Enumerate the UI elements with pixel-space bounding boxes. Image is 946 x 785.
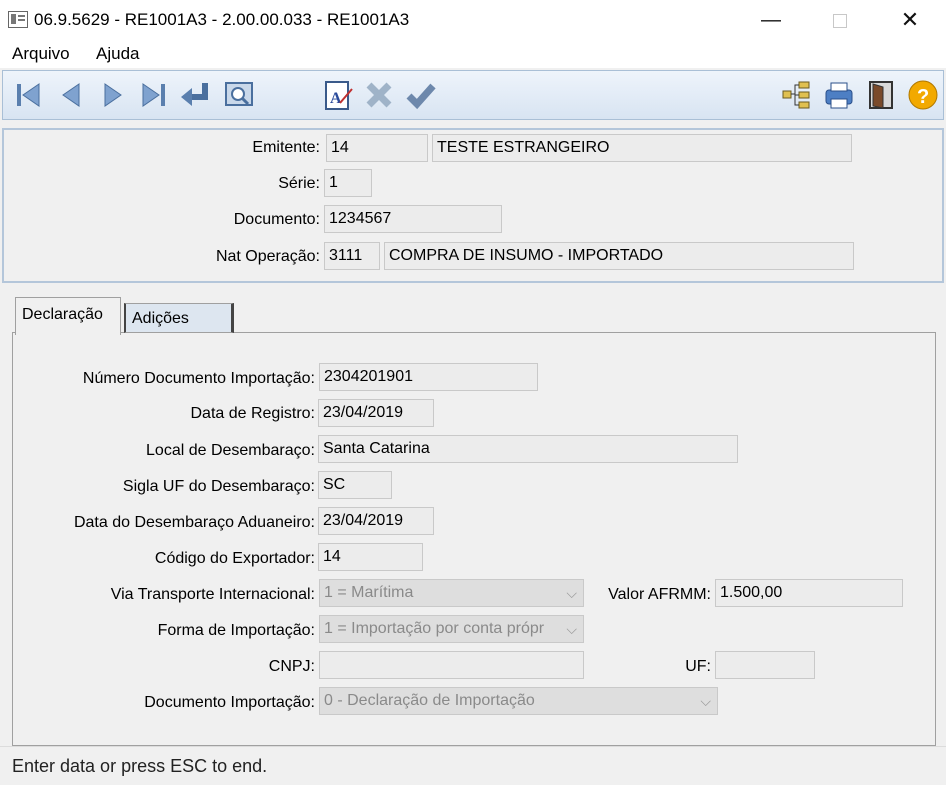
svg-text:A: A — [330, 90, 342, 107]
documento-field[interactable]: 1234567 — [324, 205, 502, 233]
nat-operacao-code-field[interactable]: 3111 — [324, 242, 380, 270]
svg-text:?: ? — [917, 86, 929, 108]
tab-declaracao[interactable]: Declaração — [15, 297, 121, 335]
data-desembaraco-field[interactable]: 23/04/2019 — [318, 507, 434, 535]
codigo-exportador-label: Código do Exportador: — [154, 550, 315, 567]
codigo-exportador-field[interactable]: 14 — [318, 543, 423, 571]
data-registro-label: Data de Registro: — [190, 405, 315, 422]
emitente-label: Emitente: — [252, 139, 320, 156]
print-icon[interactable] — [823, 79, 855, 111]
chevron-down-icon: ⌵ — [566, 585, 577, 601]
status-bar: Enter data or press ESC to end. — [0, 746, 946, 785]
chevron-down-icon: ⌵ — [566, 621, 577, 637]
documento-importacao-select[interactable]: 0 - Declaração de Importação ⌵ — [319, 687, 718, 715]
uf-field[interactable] — [715, 651, 815, 679]
via-transporte-select[interactable]: 1 = Marítima ⌵ — [319, 579, 584, 607]
help-icon[interactable]: ? — [907, 79, 939, 111]
documento-importacao-label: Documento Importação: — [144, 694, 315, 711]
title-bar: 06.9.5629 - RE1001A3 - 2.00.00.033 - RE1… — [0, 0, 946, 40]
previous-record-icon[interactable] — [55, 79, 87, 111]
last-record-icon[interactable] — [137, 79, 169, 111]
maximize-icon — [833, 13, 847, 28]
sigla-uf-field[interactable]: SC — [318, 471, 392, 499]
menu-bar: Arquivo Ajuda — [0, 40, 946, 68]
valor-afrmm-field[interactable]: 1.500,00 — [715, 579, 903, 607]
minimize-button[interactable]: — — [748, 0, 794, 40]
num-doc-label: Número Documento Importação: — [82, 370, 315, 387]
sigla-uf-label: Sigla UF do Desembaraço: — [122, 478, 315, 495]
app-icon — [8, 11, 28, 28]
via-transporte-label: Via Transporte Internacional: — [110, 586, 315, 603]
tree-icon[interactable] — [781, 79, 813, 111]
documento-importacao-value: 0 - Declaração de Importação — [324, 692, 535, 709]
serie-label: Série: — [278, 175, 320, 192]
status-text: Enter data or press ESC to end. — [12, 756, 268, 776]
edit-icon[interactable]: A — [323, 79, 355, 111]
local-label: Local de Desembaraço: — [146, 442, 315, 459]
cnpj-field[interactable] — [319, 651, 584, 679]
menu-arquivo[interactable]: Arquivo — [12, 44, 70, 64]
forma-importacao-select[interactable]: 1 = Importação por conta própr ⌵ — [319, 615, 584, 643]
maximize-button[interactable] — [817, 0, 863, 40]
forma-importacao-label: Forma de Importação: — [157, 622, 315, 639]
via-transporte-value: 1 = Marítima — [324, 584, 414, 601]
serie-field[interactable]: 1 — [324, 169, 372, 197]
nat-operacao-desc-field: COMPRA DE INSUMO - IMPORTADO — [384, 242, 854, 270]
local-field[interactable]: Santa Catarina — [318, 435, 738, 463]
exit-icon[interactable] — [865, 79, 897, 111]
tab-adicoes[interactable]: Adições — [124, 303, 234, 333]
next-record-icon[interactable] — [97, 79, 129, 111]
toolbar: A ? — [2, 70, 944, 120]
uf-label: UF: — [685, 658, 711, 675]
cancel-icon[interactable] — [363, 79, 395, 111]
goto-icon[interactable] — [179, 79, 211, 111]
num-doc-field[interactable]: 2304201901 — [319, 363, 538, 391]
confirm-icon[interactable] — [405, 79, 437, 111]
tab-content-panel — [12, 332, 936, 746]
emitente-name-field: TESTE ESTRANGEIRO — [432, 134, 852, 162]
documento-label: Documento: — [233, 211, 320, 228]
menu-ajuda[interactable]: Ajuda — [96, 44, 139, 64]
forma-importacao-value: 1 = Importação por conta própr — [324, 620, 545, 637]
valor-afrmm-label: Valor AFRMM: — [608, 586, 711, 603]
chevron-down-icon: ⌵ — [700, 693, 711, 709]
emitente-code-field[interactable]: 14 — [326, 134, 428, 162]
window-title: 06.9.5629 - RE1001A3 - 2.00.00.033 - RE1… — [34, 10, 410, 29]
cnpj-label: CNPJ: — [268, 658, 315, 675]
nat-operacao-label: Nat Operação: — [215, 248, 320, 265]
search-icon[interactable] — [223, 79, 255, 111]
close-button[interactable]: ✕ — [887, 0, 933, 40]
first-record-icon[interactable] — [13, 79, 45, 111]
data-registro-field[interactable]: 23/04/2019 — [318, 399, 434, 427]
data-desembaraco-label: Data do Desembaraço Aduaneiro: — [73, 514, 315, 531]
